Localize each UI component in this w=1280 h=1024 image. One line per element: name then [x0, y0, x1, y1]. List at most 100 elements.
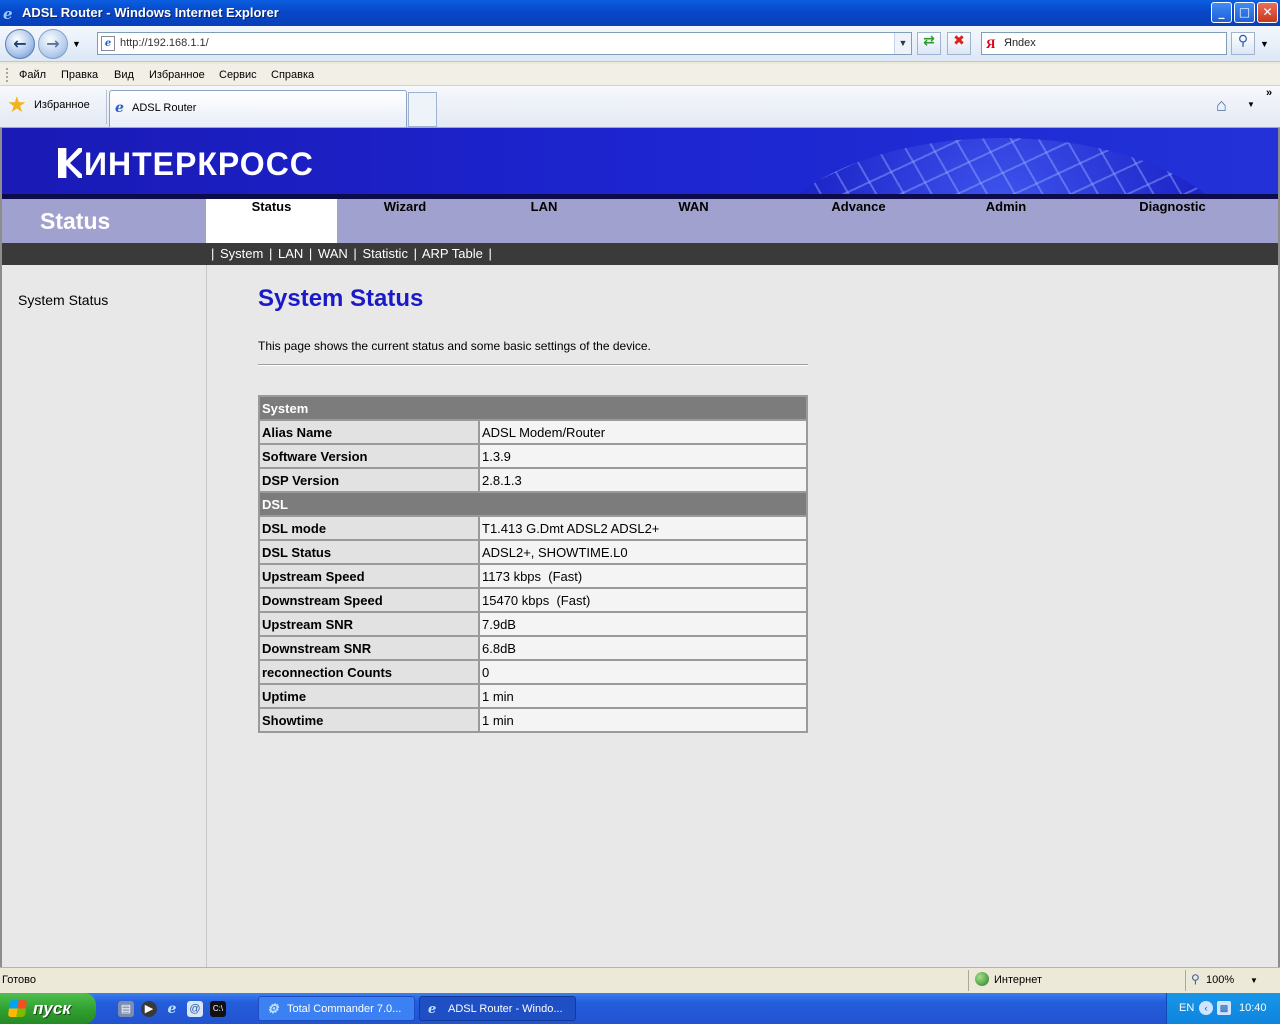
status-text: Готово — [2, 974, 36, 986]
media-player-icon[interactable]: ▶ — [141, 1001, 157, 1017]
router-page: ИНТЕРКРОСС Status Status Wizard LAN WAN … — [0, 128, 1280, 967]
row-value: 7.9dB — [478, 611, 808, 637]
favorites-button[interactable]: Избранное — [34, 99, 90, 111]
subnav-lan[interactable]: LAN — [278, 246, 303, 261]
table-row: Alias Name ADSL Modem/Router — [258, 419, 808, 445]
status-bar: Готово Интернет ⚲ 100% ▼ — [0, 967, 1280, 992]
row-value: 1 min — [478, 683, 808, 709]
tab-advance[interactable]: Advance — [772, 199, 945, 243]
home-icon[interactable]: ⌂ — [1216, 95, 1227, 116]
security-zone[interactable]: Интернет — [994, 974, 1042, 986]
network-icon[interactable]: ▩ — [1217, 1001, 1231, 1015]
chevron-more-icon[interactable]: » — [1266, 87, 1272, 99]
row-key: DSL mode — [258, 515, 480, 541]
menu-file[interactable]: Файл — [19, 69, 46, 81]
zoom-dropdown-icon[interactable]: ▼ — [1250, 976, 1258, 985]
language-indicator[interactable]: EN — [1179, 1002, 1194, 1014]
page-description: This page shows the current status and s… — [258, 339, 651, 353]
address-input[interactable]: http://192.168.1.1/ — [120, 37, 209, 49]
row-value: 1173 kbps (Fast) — [478, 563, 808, 589]
sub-nav-separator: | — [353, 246, 357, 261]
menu-tools[interactable]: Сервис — [219, 69, 257, 81]
tab-ie-icon: e — [115, 100, 124, 116]
table-row: Upstream SNR 7.9dB — [258, 611, 808, 637]
sub-nav-separator: | — [211, 246, 215, 261]
divider — [258, 364, 808, 366]
stop-button[interactable]: ✖ — [947, 32, 971, 55]
tab-wan[interactable]: WAN — [615, 199, 772, 243]
table-row: Uptime 1 min — [258, 683, 808, 709]
row-key: DSP Version — [258, 467, 480, 493]
forward-button[interactable]: → — [38, 29, 68, 59]
zoom-icon: ⚲ — [1191, 972, 1200, 986]
back-arrow-icon: ← — [13, 34, 27, 53]
row-key: Uptime — [258, 683, 480, 709]
tab-status[interactable]: Status — [206, 199, 337, 243]
main-content: System Status This page shows the curren… — [208, 265, 1278, 967]
favorites-star-icon[interactable]: ★ — [7, 94, 27, 116]
row-value: 15470 kbps (Fast) — [478, 587, 808, 613]
tray-expand-icon[interactable]: ‹ — [1199, 1001, 1213, 1015]
maximize-button[interactable]: □ — [1234, 2, 1255, 23]
close-button[interactable]: ✕ — [1257, 2, 1278, 23]
tab-diagnostic[interactable]: Diagnostic — [1067, 199, 1278, 243]
windows-flag-icon — [7, 1000, 28, 1017]
search-button[interactable]: ⚲ — [1231, 32, 1255, 55]
menu-help[interactable]: Справка — [271, 69, 314, 81]
menu-favorites[interactable]: Избранное — [149, 69, 205, 81]
start-button[interactable]: пуск — [0, 993, 96, 1024]
row-key: Upstream SNR — [258, 611, 480, 637]
address-bar[interactable]: e http://192.168.1.1/ ▼ — [97, 32, 912, 55]
page-icon: e — [101, 36, 115, 51]
subnav-statistic[interactable]: Statistic — [362, 246, 408, 261]
tab-admin[interactable]: Admin — [945, 199, 1067, 243]
menu-view[interactable]: Вид — [114, 69, 134, 81]
row-key: Downstream SNR — [258, 635, 480, 661]
row-value: 6.8dB — [478, 635, 808, 661]
table-row: Downstream SNR 6.8dB — [258, 635, 808, 661]
new-tab-button[interactable] — [408, 92, 437, 127]
row-key: Upstream Speed — [258, 563, 480, 589]
back-button[interactable]: ← — [5, 29, 35, 59]
page-title: System Status — [258, 285, 424, 312]
address-toolbar: ← → ▼ e http://192.168.1.1/ ▼ ⇄ ✖ Я Яnde… — [0, 26, 1280, 62]
sub-nav-separator: | — [268, 246, 273, 261]
row-key: Software Version — [258, 443, 480, 469]
taskbar-item-adsl-router[interactable]: e ADSL Router - Windo... — [419, 996, 576, 1021]
globe-graphic — [762, 138, 1242, 199]
show-desktop-icon[interactable]: ▤ — [118, 1001, 134, 1017]
stop-icon: ✖ — [953, 33, 965, 49]
search-box[interactable]: Я Яndex — [981, 32, 1227, 55]
command-prompt-icon[interactable]: C:\ — [210, 1001, 226, 1017]
zoom-level[interactable]: 100% — [1206, 974, 1234, 986]
ie-quicklaunch-icon[interactable]: e — [164, 1001, 180, 1017]
forward-arrow-icon: → — [46, 34, 60, 53]
menu-edit[interactable]: Правка — [61, 69, 98, 81]
subnav-arp-table[interactable]: ARP Table — [422, 246, 483, 261]
internet-zone-icon — [975, 972, 989, 986]
table-row: reconnection Counts 0 — [258, 659, 808, 685]
window-title-bar[interactable]: e ADSL Router - Windows Internet Explore… — [0, 0, 1280, 26]
refresh-icon: ⇄ — [923, 33, 935, 49]
home-dropdown-icon[interactable]: ▼ — [1247, 100, 1255, 109]
outlook-icon[interactable]: @ — [187, 1001, 203, 1017]
sidebar-item-system-status[interactable]: System Status — [18, 292, 108, 308]
history-dropdown-icon[interactable]: ▼ — [72, 39, 81, 49]
search-input[interactable]: Яndex — [1004, 37, 1036, 49]
refresh-button[interactable]: ⇄ — [917, 32, 941, 55]
subnav-system[interactable]: System — [220, 246, 263, 261]
subnav-wan[interactable]: WAN — [318, 246, 348, 261]
taskbar: пуск ▤ ▶ e @ C:\ ⚙ Total Commander 7.0..… — [0, 993, 1280, 1024]
sub-nav-separator: | — [308, 246, 313, 261]
row-key: reconnection Counts — [258, 659, 480, 685]
minimize-button[interactable]: _ — [1211, 2, 1232, 23]
tab-wizard[interactable]: Wizard — [337, 199, 473, 243]
search-options-icon[interactable]: ▼ — [1260, 39, 1269, 49]
taskbar-item-total-commander[interactable]: ⚙ Total Commander 7.0... — [258, 996, 415, 1021]
group-title: DSL — [258, 491, 808, 517]
system-tray: EN ‹ ▩ 10:40 — [1166, 993, 1280, 1024]
browser-tab-active[interactable]: e ADSL Router — [109, 90, 407, 127]
address-dropdown-icon[interactable]: ▼ — [894, 33, 911, 54]
main-nav: Status Status Wizard LAN WAN Advance Adm… — [2, 199, 1278, 243]
tab-lan[interactable]: LAN — [473, 199, 615, 243]
